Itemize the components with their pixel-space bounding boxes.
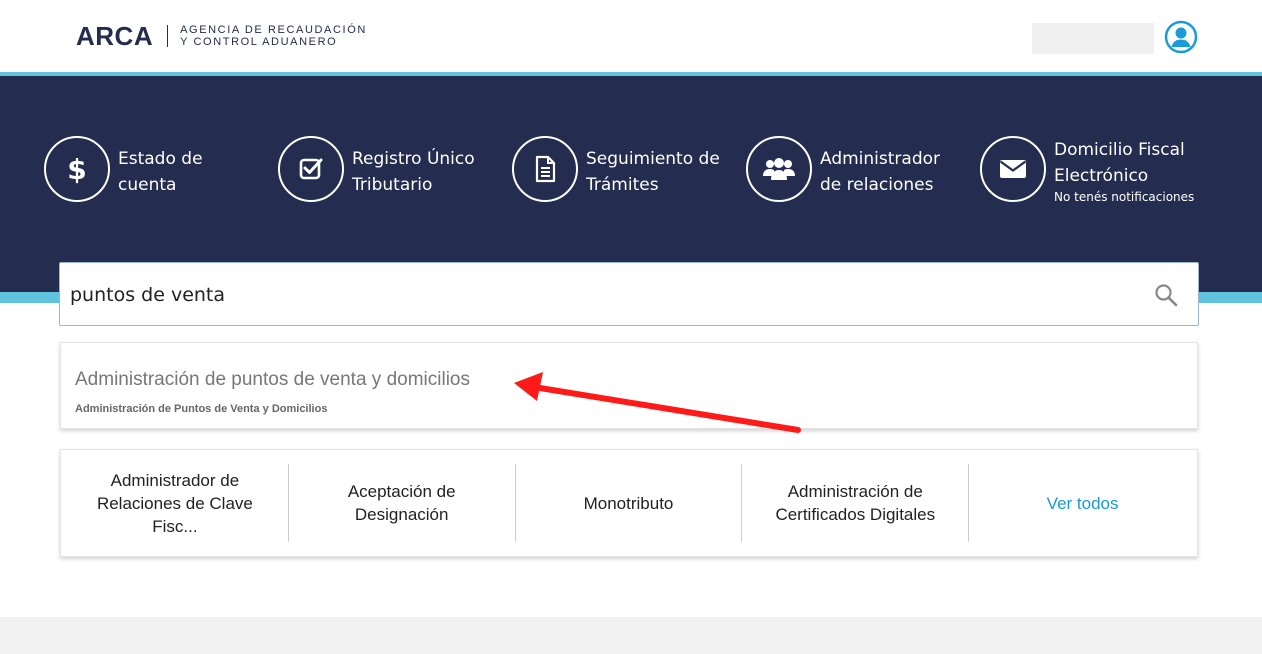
quick-link-administrador-relaciones[interactable]: Administrador de relaciones [746, 136, 960, 202]
document-icon [512, 136, 578, 202]
user-name-placeholder[interactable] [1032, 23, 1154, 54]
logo-wordmark: ARCA [76, 21, 154, 51]
dollar-icon: $ [44, 136, 110, 202]
suggestion-subtitle: Administración de Puntos de Venta y Domi… [75, 403, 328, 415]
search-input[interactable] [70, 277, 1130, 313]
shortcut-aceptacion-designacion[interactable]: Aceptación de Designación [289, 464, 516, 542]
logo-subtitle-line1: AGENCIA DE RECAUDACIÓN [180, 24, 367, 36]
arca-logo[interactable]: ARCA AGENCIA DE RECAUDACIÓN Y CONTROL AD… [76, 22, 367, 50]
user-circle-icon[interactable] [1164, 20, 1198, 54]
footer-band [0, 617, 1262, 654]
quick-link-seguimiento-tramites[interactable]: Seguimiento de Trámites [512, 136, 726, 202]
quick-link-domicilio-fiscal[interactable]: Domicilio Fiscal Electrónico No tenés no… [980, 136, 1214, 204]
quick-link-label: Registro Único Tributario [352, 149, 475, 195]
users-icon [746, 136, 812, 202]
see-all-link[interactable]: Ver todos [969, 464, 1196, 542]
shortcut-bar: Administrador de Relaciones de Clave Fis… [60, 449, 1198, 557]
svg-text:$: $ [67, 153, 86, 186]
logo-subtitle-line2: Y CONTROL ADUANERO [180, 36, 338, 48]
quick-link-label: Estado de cuenta [118, 149, 203, 195]
checkbox-icon [278, 136, 344, 202]
shortcut-certificados-digitales[interactable]: Administración de Certificados Digitales [742, 464, 970, 542]
suggestion-title: Administración de puntos de venta y domi… [75, 369, 470, 390]
notification-status: No tenés notificaciones [1054, 190, 1195, 204]
search-icon[interactable] [1154, 283, 1178, 307]
logo-subtitle: AGENCIA DE RECAUDACIÓN Y CONTROL ADUANER… [180, 24, 367, 48]
envelope-icon [980, 136, 1046, 202]
quick-link-registro-unico[interactable]: Registro Único Tributario [278, 136, 512, 202]
shortcut-administrador-relaciones[interactable]: Administrador de Relaciones de Clave Fis… [62, 464, 289, 542]
search-suggestion[interactable]: Administración de puntos de venta y domi… [60, 342, 1198, 429]
quick-link-label: Domicilio Fiscal Electrónico [1054, 140, 1185, 186]
quick-link-label: Administrador de relaciones [820, 149, 941, 195]
logo-divider [167, 25, 169, 47]
quick-link-label: Seguimiento de Trámites [586, 149, 720, 195]
search-box [59, 262, 1199, 326]
top-header: ARCA AGENCIA DE RECAUDACIÓN Y CONTROL AD… [0, 0, 1262, 72]
quick-link-estado-cuenta[interactable]: $ Estado de cuenta [44, 136, 258, 202]
shortcut-monotributo[interactable]: Monotributo [516, 464, 743, 542]
